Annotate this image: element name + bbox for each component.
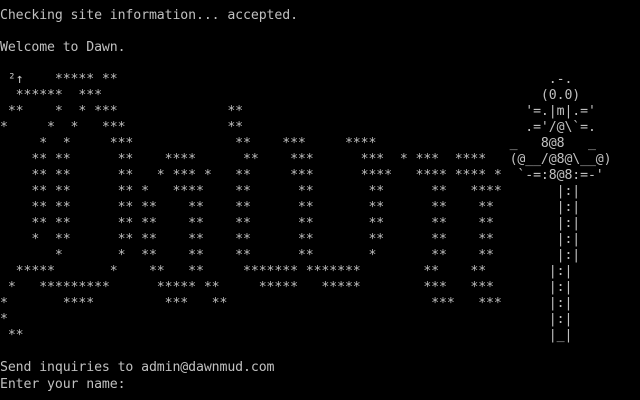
ascii-banner-line: ****** *** (0.0) xyxy=(0,88,581,103)
ascii-banner-line: ** |_| xyxy=(0,328,573,343)
ascii-banner-line: ²↑ ***** ** .-. xyxy=(0,72,573,87)
ascii-banner-line: ***** * ** ** ******* ******* ** ** |:| xyxy=(0,264,573,279)
name-prompt-label: Enter your name: xyxy=(0,377,134,392)
ascii-banner-line: ** ** ** ** ** ** ** ** ** ** |:| xyxy=(0,200,581,215)
ascii-banner-line: ** * * *** ** '=.|m|.=' xyxy=(0,104,596,119)
ascii-banner-line: * **** *** ** *** *** |:| xyxy=(0,296,573,311)
name-prompt[interactable]: Enter your name: xyxy=(0,376,640,392)
inquiries-line: Send inquiries to admin@dawnmud.com xyxy=(0,360,275,375)
ascii-banner: ²↑ ***** ** .-. ****** *** (0.0) ** * * … xyxy=(0,72,640,344)
text-cursor[interactable] xyxy=(133,376,134,388)
ascii-banner-line: * * * *** ** .='/@\`=. xyxy=(0,120,596,135)
ascii-banner-line: * * ** ** ** ** * ** ** |:| xyxy=(0,248,581,263)
ascii-banner-line: * |:| xyxy=(0,312,573,327)
ascii-banner-line: ** ** ** * *** * ** *** **** **** **** *… xyxy=(0,168,604,183)
ascii-banner-line: * ** ** ** ** ** ** ** ** ** |:| xyxy=(0,232,581,247)
ascii-banner-line: * * *** ** *** **** _ 8@8 _ xyxy=(0,136,596,151)
terminal-screen: Checking site information... accepted. W… xyxy=(0,8,640,400)
welcome-line: Welcome to Dawn. xyxy=(0,40,126,55)
ascii-banner-line: * ********* ***** ** ***** ***** *** ***… xyxy=(0,280,573,295)
status-line: Checking site information... accepted. xyxy=(0,8,298,23)
ascii-banner-line: ** ** ** * **** ** ** ** ** **** |:| xyxy=(0,184,581,199)
ascii-banner-line: ** ** ** **** ** *** *** * *** **** (@__… xyxy=(0,152,612,167)
ascii-banner-line: ** ** ** ** ** ** ** ** ** ** |:| xyxy=(0,216,581,231)
